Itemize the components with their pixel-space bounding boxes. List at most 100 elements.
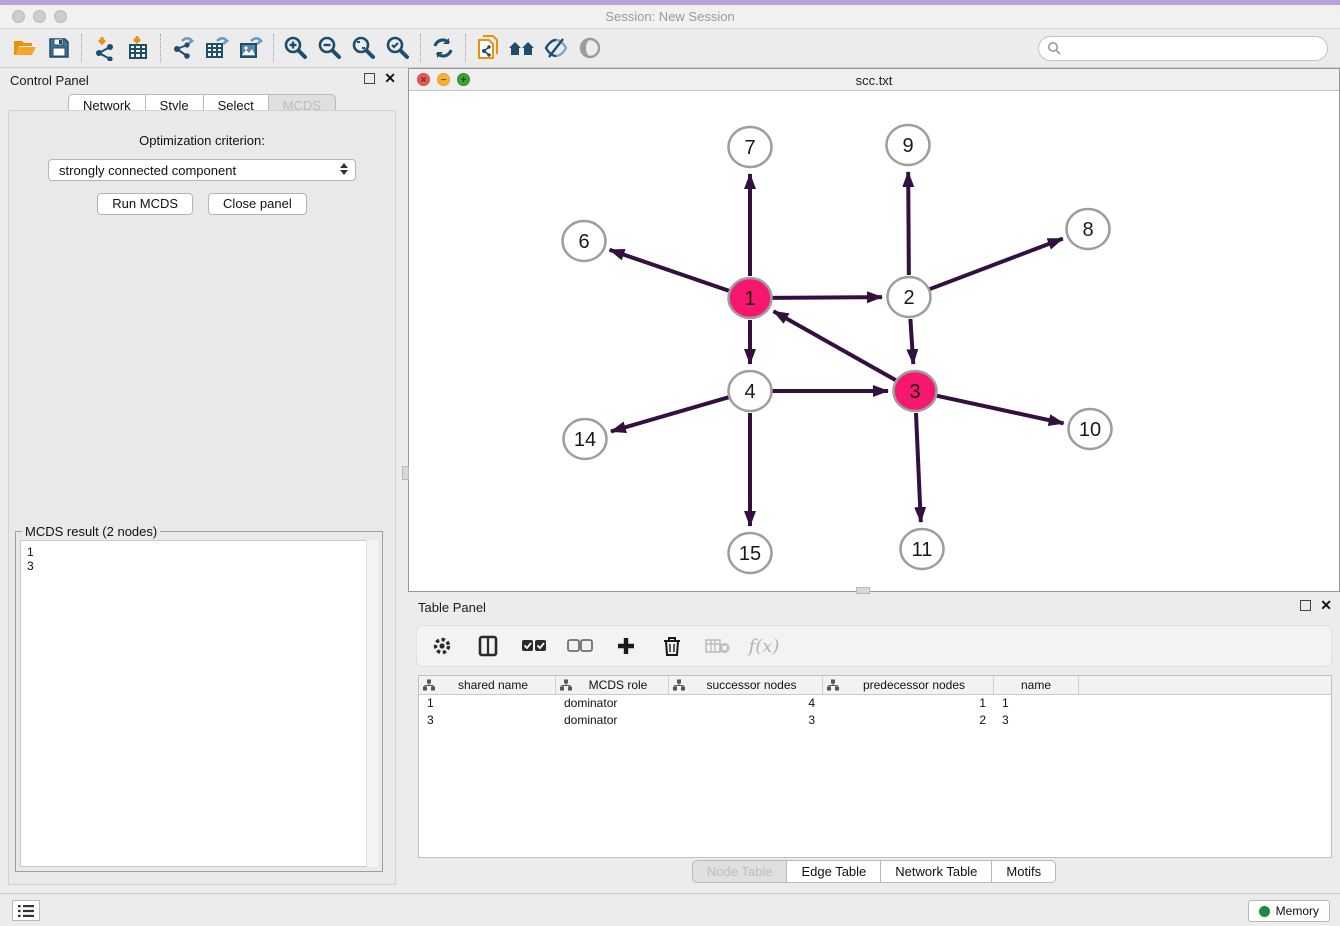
- column-type-icon: [827, 679, 839, 691]
- memory-button[interactable]: Memory: [1248, 900, 1330, 922]
- cell-shared-name[interactable]: 3: [419, 712, 556, 729]
- mcds-result-text[interactable]: 1 3: [20, 540, 378, 867]
- table-options-button[interactable]: [429, 633, 455, 659]
- network-window-titlebar[interactable]: × − + scc.txt: [409, 69, 1339, 91]
- column-header-mcds-role[interactable]: MCDS role: [556, 676, 669, 694]
- cell-shared-name[interactable]: 1: [419, 695, 556, 712]
- graph-node-3[interactable]: 3: [894, 371, 937, 411]
- cell-mcds-role[interactable]: dominator: [556, 695, 669, 712]
- cell-predecessor-nodes[interactable]: 2: [823, 712, 994, 729]
- cell-predecessor-nodes[interactable]: 1: [823, 695, 994, 712]
- apply-layout-button[interactable]: [426, 33, 460, 63]
- first-neighbors-button[interactable]: [505, 33, 539, 63]
- edge-3-10[interactable]: [936, 396, 1063, 424]
- graph-node-11[interactable]: 11: [901, 529, 944, 569]
- graph-node-10[interactable]: 10: [1069, 409, 1112, 449]
- zoom-in-button[interactable]: [279, 33, 313, 63]
- graph-node-6[interactable]: 6: [563, 221, 606, 261]
- table-row[interactable]: 3 dominator 3 2 3: [419, 712, 1331, 729]
- search-input[interactable]: [1038, 36, 1328, 61]
- graph-node-8[interactable]: 8: [1067, 209, 1110, 249]
- edge-2-3[interactable]: [910, 319, 913, 364]
- control-panel: Control Panel ✕ Network Style Select MCD…: [0, 68, 404, 893]
- graph-node-14[interactable]: 14: [564, 419, 607, 459]
- run-mcds-button[interactable]: Run MCDS: [97, 193, 193, 215]
- function-builder-button[interactable]: f(x): [751, 633, 777, 659]
- graph-node-1[interactable]: 1: [729, 278, 772, 318]
- column-header-predecessor-nodes[interactable]: predecessor nodes: [823, 676, 994, 694]
- zoom-fit-button[interactable]: [347, 33, 381, 63]
- zoom-in-icon: [283, 35, 309, 61]
- delete-table-button[interactable]: [705, 633, 731, 659]
- svg-text:3: 3: [909, 381, 920, 403]
- column-header-name[interactable]: name: [994, 676, 1079, 694]
- close-table-panel-icon[interactable]: ✕: [1320, 600, 1332, 611]
- column-type-icon: [560, 679, 572, 691]
- splitter-grip-horizontal[interactable]: [856, 587, 870, 594]
- save-floppy-icon: [47, 36, 71, 60]
- edge-2-9[interactable]: [908, 172, 909, 275]
- graph-node-2[interactable]: 2: [888, 277, 931, 317]
- duplicate-network-button[interactable]: [471, 33, 505, 63]
- tab-network-table[interactable]: Network Table: [881, 860, 992, 883]
- network-graph[interactable]: 7 9 6 8 1 2 4 3 14 10 15 11: [409, 91, 1339, 591]
- float-panel-icon[interactable]: [364, 73, 375, 84]
- delete-columns-button[interactable]: [659, 633, 685, 659]
- splitter-grip-vertical[interactable]: [402, 466, 409, 480]
- float-table-panel-icon[interactable]: [1300, 600, 1311, 611]
- column-header-shared-name[interactable]: shared name: [419, 676, 556, 694]
- edge-3-11[interactable]: [916, 413, 921, 522]
- hide-details-icon: [543, 36, 569, 60]
- network-canvas[interactable]: 7 9 6 8 1 2 4 3 14 10 15 11: [409, 91, 1339, 591]
- zoom-selected-button[interactable]: [381, 33, 415, 63]
- import-table-button[interactable]: [121, 33, 155, 63]
- show-graphics-details-button[interactable]: [539, 33, 573, 63]
- show-column-button[interactable]: [475, 633, 501, 659]
- select-all-columns-button[interactable]: [521, 633, 547, 659]
- mcds-result-fieldset: MCDS result (2 nodes) 1 3: [15, 531, 383, 872]
- cell-name[interactable]: 3: [994, 712, 1079, 729]
- unselect-all-columns-button[interactable]: [567, 633, 593, 659]
- result-scrollbar[interactable]: [366, 540, 378, 867]
- graph-node-9[interactable]: 9: [887, 125, 930, 165]
- cell-name[interactable]: 1: [994, 695, 1079, 712]
- close-panel-icon[interactable]: ✕: [384, 73, 396, 84]
- graph-node-15[interactable]: 15: [729, 533, 772, 573]
- cell-successor-nodes[interactable]: 4: [669, 695, 823, 712]
- network-view-window: × − + scc.txt 7 9 6 8 1 2 4 3 14 10 15 11: [408, 68, 1340, 592]
- export-image-button[interactable]: [234, 33, 268, 63]
- column-header-successor-nodes[interactable]: successor nodes: [669, 676, 823, 694]
- optimization-criterion-label: Optimization criterion:: [9, 133, 395, 148]
- cell-mcds-role[interactable]: dominator: [556, 712, 669, 729]
- criterion-dropdown[interactable]: strongly connected component: [48, 159, 356, 181]
- table-panel-tabs: Node Table Edge Table Network Table Moti…: [408, 860, 1340, 883]
- export-table-button[interactable]: [200, 33, 234, 63]
- toolbar-separator: [273, 34, 274, 62]
- mcds-panel-content: Optimization criterion: strongly connect…: [8, 110, 396, 885]
- edge-1-6[interactable]: [610, 250, 730, 291]
- graph-node-4[interactable]: 4: [729, 371, 772, 411]
- export-network-button[interactable]: [166, 33, 200, 63]
- open-session-button[interactable]: [8, 33, 42, 63]
- tab-edge-table[interactable]: Edge Table: [787, 860, 881, 883]
- import-network-button[interactable]: [87, 33, 121, 63]
- cell-successor-nodes[interactable]: 3: [669, 712, 823, 729]
- graph-node-7[interactable]: 7: [729, 127, 772, 167]
- table-row[interactable]: 1 dominator 4 1 1: [419, 695, 1331, 712]
- edge-4-14[interactable]: [611, 397, 729, 431]
- task-history-button[interactable]: [12, 900, 40, 921]
- column-type-icon: [423, 679, 435, 691]
- birds-eye-view-button[interactable]: [573, 33, 607, 63]
- close-panel-button[interactable]: Close panel: [208, 193, 307, 215]
- edge-3-1[interactable]: [774, 311, 896, 380]
- edge-2-8[interactable]: [930, 239, 1063, 290]
- edge-1-2[interactable]: [772, 297, 882, 298]
- mcds-result-title: MCDS result (2 nodes): [22, 524, 160, 539]
- create-new-column-button[interactable]: [613, 633, 639, 659]
- unchecked-boxes-icon: [567, 639, 593, 653]
- zoom-out-button[interactable]: [313, 33, 347, 63]
- tab-motifs[interactable]: Motifs: [992, 860, 1056, 883]
- toolbar-separator: [160, 34, 161, 62]
- save-session-button[interactable]: [42, 33, 76, 63]
- tab-node-table[interactable]: Node Table: [692, 860, 788, 883]
